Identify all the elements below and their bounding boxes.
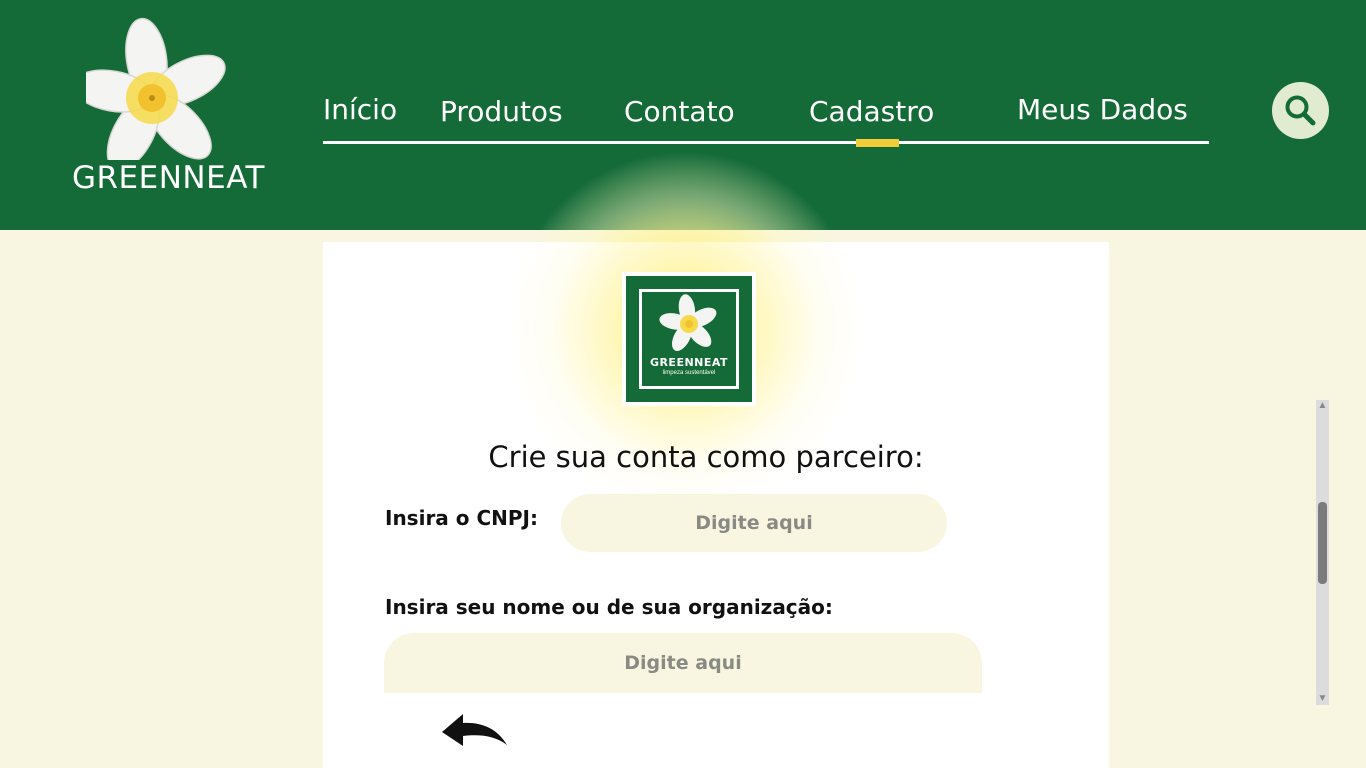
nav-cadastro[interactable]: Cadastro <box>809 95 934 128</box>
nav-meus-dados[interactable]: Meus Dados <box>1017 93 1188 126</box>
scrollbar[interactable]: ▲ ▼ <box>1316 400 1329 705</box>
badge-brand-name: GREENNEAT <box>649 356 729 369</box>
scroll-down-icon[interactable]: ▼ <box>1316 693 1329 705</box>
scroll-up-icon[interactable]: ▲ <box>1316 400 1329 412</box>
greenneat-badge-logo: GREENNEAT limpeza sustentável <box>622 272 756 406</box>
brand-name: GREENNEAT <box>72 160 265 196</box>
back-arrow-icon[interactable] <box>441 712 509 748</box>
scrollbar-thumb[interactable] <box>1318 502 1327 584</box>
search-button[interactable] <box>1272 82 1329 139</box>
name-label: Insira seu nome ou de sua organização: <box>385 595 833 619</box>
search-icon <box>1285 95 1316 126</box>
cnpj-input[interactable] <box>561 494 947 552</box>
name-input[interactable] <box>384 633 982 693</box>
cnpj-label: Insira o CNPJ: <box>385 506 538 530</box>
nav-active-indicator <box>856 139 899 147</box>
nav-inicio[interactable]: Início <box>323 93 397 126</box>
plumeria-flower-icon <box>659 294 717 352</box>
plumeria-flower-logo-icon[interactable] <box>86 16 226 160</box>
signup-card: GREENNEAT limpeza sustentável Crie sua c… <box>323 150 1109 768</box>
badge-tagline: limpeza sustentável <box>662 370 716 376</box>
nav-produtos[interactable]: Produtos <box>440 95 563 128</box>
nav-contato[interactable]: Contato <box>624 95 735 128</box>
form-title: Crie sua conta como parceiro: <box>488 440 924 474</box>
nav-underline <box>323 141 1209 144</box>
